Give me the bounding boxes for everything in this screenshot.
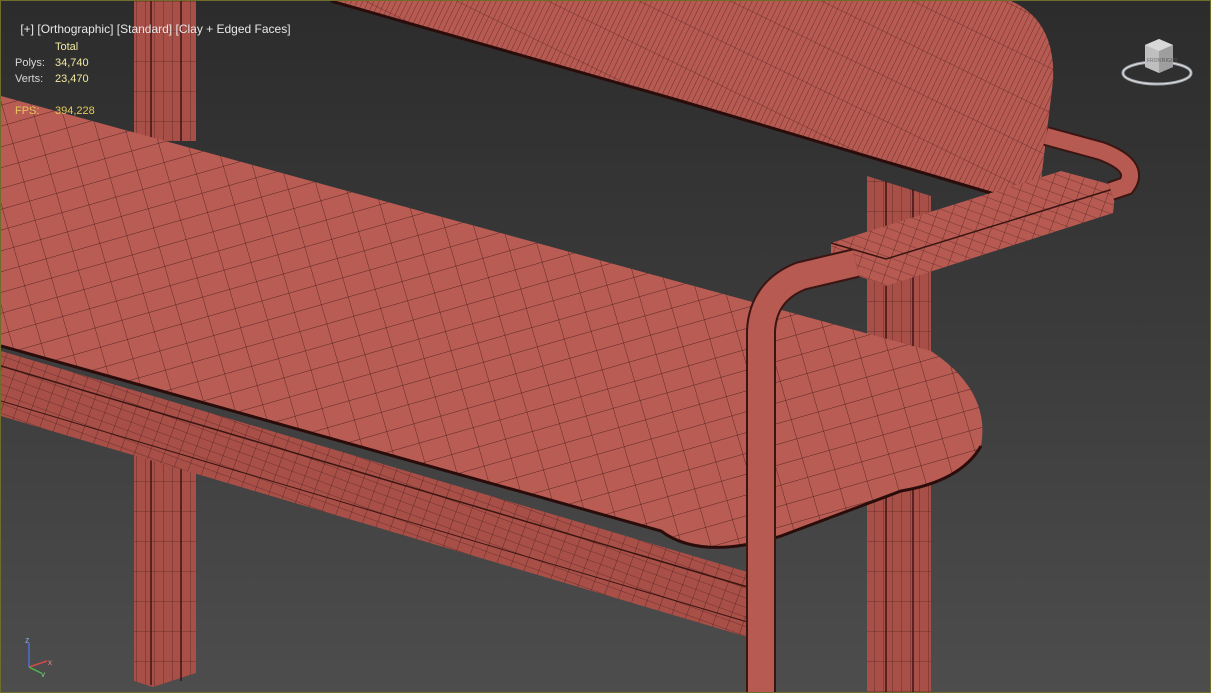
backrest[interactable] (330, 1, 1054, 198)
polys-value: 34,740 (55, 57, 89, 69)
axis-z-label: z (25, 635, 30, 645)
3d-scene[interactable] (1, 1, 1211, 693)
fps-row: FPS: 394,228 (15, 103, 95, 119)
statistics-overlay: Total Polys: 34,740 Verts: 23,470 FPS: 3… (15, 39, 95, 119)
viewcube-icon[interactable]: FRONT RIGHT (1119, 35, 1197, 91)
shading-menu[interactable]: [Clay + Edged Faces] (175, 22, 290, 36)
preset-menu[interactable]: [Standard] (117, 22, 172, 36)
view-mode-menu[interactable]: [Orthographic] (37, 22, 113, 36)
axis-y-label: y (41, 670, 45, 677)
verts-row: Verts: 23,470 (15, 71, 95, 87)
polys-label: Polys: (15, 57, 45, 69)
fps-value: 394,228 (55, 105, 95, 117)
axis-gizmo-icon: z x y (25, 635, 52, 677)
verts-label: Verts: (15, 73, 44, 85)
verts-value: 23,470 (55, 73, 89, 85)
stats-header: Total (55, 41, 79, 53)
polys-row: Polys: 34,740 (15, 55, 95, 71)
fps-label: FPS: (15, 105, 40, 117)
viewport[interactable]: [+] [Orthographic] [Standard] [Clay + Ed… (0, 0, 1211, 693)
axis-x-label: x (48, 658, 52, 667)
viewcube-right-label: RIGHT (1162, 58, 1178, 64)
left-front-leg[interactable] (134, 441, 196, 687)
viewport-menu-button[interactable]: [+] (20, 22, 34, 36)
